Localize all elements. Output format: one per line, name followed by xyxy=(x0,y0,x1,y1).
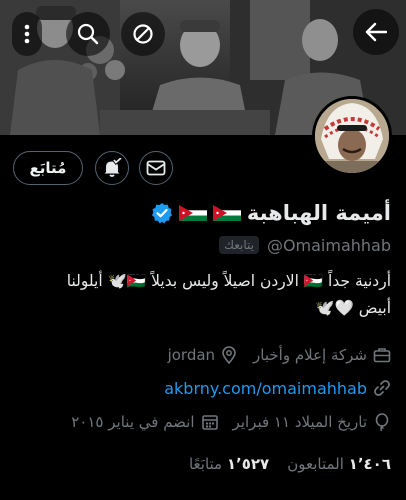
joined-date-text: انضم في يناير ٢٠١٥ xyxy=(71,413,195,431)
handle-row: يتابعك @Omaimahhab xyxy=(219,234,391,256)
birthday-text: تاريخ الميلاد ١١ فبراير xyxy=(232,413,367,431)
follows-you-badge: يتابعك xyxy=(219,236,259,254)
followers-count: ١٬٤٠٦ xyxy=(348,455,391,473)
more-options-button[interactable] xyxy=(12,12,42,56)
profile-meta-website: akbrny.com/omaimahhab xyxy=(164,376,391,400)
followers-label: المتابعون xyxy=(287,455,344,473)
following-label: متابَعًا xyxy=(188,455,223,473)
location-pin-icon xyxy=(222,346,236,364)
arrow-left-icon xyxy=(365,22,387,42)
follow-stats: ١٬٤٠٦ المتابعون ١٬٥٢٧ متابَعًا xyxy=(189,452,391,476)
briefcase-icon xyxy=(373,348,391,363)
location-text: jordan xyxy=(167,346,216,364)
mail-icon xyxy=(146,160,166,176)
jordan-flag-icon xyxy=(212,205,241,221)
avatar-photo xyxy=(315,99,389,173)
bio-line: أردنية جداً 🇯🇴 الاردن اصيلاً وليس بديلاً… xyxy=(66,272,391,290)
more-vertical-icon xyxy=(24,24,30,44)
following-count: ١٬٥٢٧ xyxy=(226,455,270,473)
profile-name-row: أميمة الهباهبة xyxy=(151,198,391,228)
message-button[interactable] xyxy=(139,151,173,185)
display-name: أميمة الهباهبة xyxy=(246,201,391,225)
profile-meta-category-location: شركة إعلام وأخبار jordan xyxy=(168,343,391,367)
calendar-icon xyxy=(201,415,218,430)
website-link[interactable]: akbrny.com/omaimahhab xyxy=(164,379,367,398)
username-handle: @Omaimahhab xyxy=(266,235,391,255)
link-icon xyxy=(374,380,390,396)
verified-badge-icon[interactable] xyxy=(151,202,173,224)
avatar[interactable] xyxy=(312,96,392,176)
bio-line: أبيض 🤍🕊️ xyxy=(315,299,391,317)
bell-check-icon xyxy=(104,158,122,177)
balloon-icon xyxy=(375,413,389,431)
following-stat[interactable]: ١٬٥٢٧ متابَعًا xyxy=(189,455,269,473)
search-button[interactable] xyxy=(66,12,110,56)
professional-category: شركة إعلام وأخبار xyxy=(253,346,367,364)
profile-bio: أردنية جداً 🇯🇴 الاردن اصيلاً وليس بديلاً… xyxy=(11,268,391,322)
search-icon xyxy=(77,23,99,45)
back-button[interactable] xyxy=(353,9,399,55)
block-icon xyxy=(133,24,153,44)
jordan-flag-icon xyxy=(178,205,207,221)
followers-stat[interactable]: ١٬٤٠٦ المتابعون xyxy=(287,455,391,473)
notifications-button[interactable] xyxy=(95,151,129,185)
block-button[interactable] xyxy=(121,12,165,56)
following-button[interactable]: مُتابَع xyxy=(13,151,83,185)
profile-meta-dates: تاريخ الميلاد ١١ فبراير انضم في يناير ٢٠… xyxy=(71,410,391,434)
